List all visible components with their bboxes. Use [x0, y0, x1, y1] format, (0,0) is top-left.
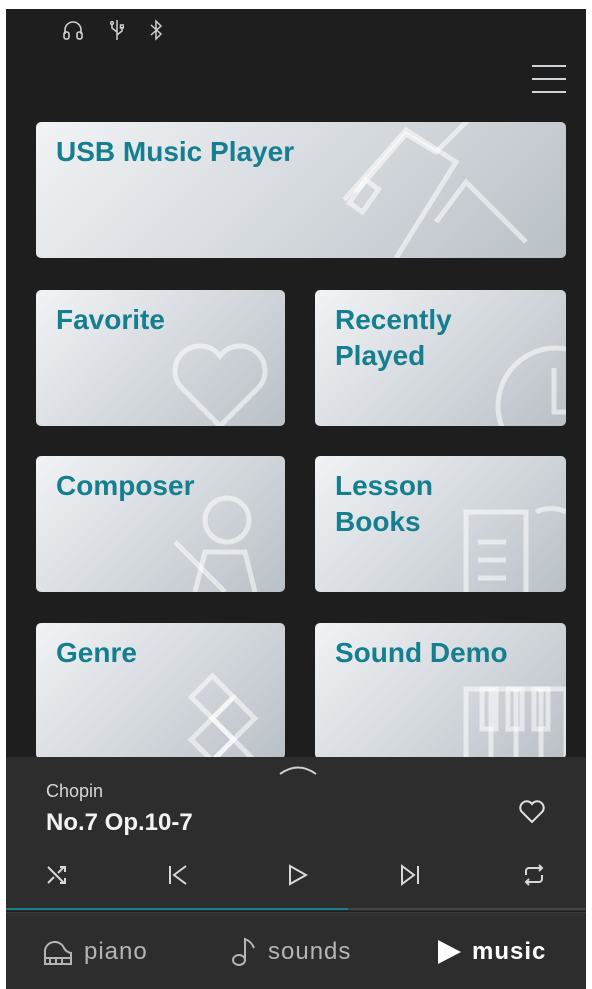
progress-fill: [6, 908, 349, 910]
piano-icon: [44, 940, 72, 965]
keyboard-icon: [463, 686, 566, 759]
tab-piano[interactable]: piano: [42, 935, 148, 969]
chevron-up-icon[interactable]: [278, 761, 318, 777]
playback-progress[interactable]: [6, 908, 586, 910]
status-bar: [62, 15, 162, 45]
previous-track-icon[interactable]: [166, 863, 190, 887]
genre-icon: [187, 672, 259, 759]
tile-composer[interactable]: Composer: [36, 456, 285, 592]
clock-icon: [495, 345, 566, 426]
tab-label: piano: [84, 938, 148, 965]
tile-label: Sound Demo: [335, 637, 508, 668]
repeat-icon[interactable]: [522, 863, 546, 887]
mini-player: Chopin No.7 Op.10-7: [6, 757, 586, 911]
play-icon[interactable]: [286, 863, 310, 887]
favorite-heart-icon[interactable]: [518, 799, 546, 825]
track-title: No.7 Op.10-7: [46, 809, 193, 836]
tile-sound-demo[interactable]: Sound Demo: [315, 623, 566, 759]
app-screen: USB Music Player Favorite Recently Playe…: [6, 9, 586, 989]
tile-usb-music-player[interactable]: USB Music Player: [36, 122, 566, 258]
tab-sounds[interactable]: sounds: [230, 935, 351, 969]
tile-label: Recently Played: [335, 304, 452, 371]
menu-button[interactable]: [532, 65, 566, 95]
tile-genre[interactable]: Genre: [36, 623, 285, 759]
next-track-icon[interactable]: [398, 863, 422, 887]
tile-favorite[interactable]: Favorite: [36, 290, 285, 426]
track-artist: Chopin: [46, 781, 104, 801]
music-note-icon: [232, 937, 255, 966]
person-icon: [173, 495, 258, 592]
headphones-icon: [63, 21, 83, 40]
tab-music[interactable]: music: [436, 935, 546, 969]
tile-label: Favorite: [56, 304, 165, 335]
tile-label: Lesson Books: [335, 470, 434, 537]
tile-lesson-books[interactable]: Lesson Books: [315, 456, 566, 592]
heart-icon: [172, 343, 268, 426]
shuffle-icon[interactable]: [46, 863, 70, 887]
tab-label: sounds: [268, 938, 352, 965]
usb-icon: [110, 20, 124, 40]
book-icon: [463, 506, 566, 592]
bottom-nav: piano sounds music: [6, 912, 586, 989]
usb-drive-icon: [342, 122, 528, 258]
tile-recently-played[interactable]: Recently Played: [315, 290, 566, 426]
bluetooth-icon: [150, 19, 162, 41]
tile-label: USB Music Player: [56, 136, 295, 167]
tile-label: Genre: [56, 637, 137, 668]
play-triangle-icon: [438, 940, 461, 964]
tab-label: music: [472, 938, 547, 965]
